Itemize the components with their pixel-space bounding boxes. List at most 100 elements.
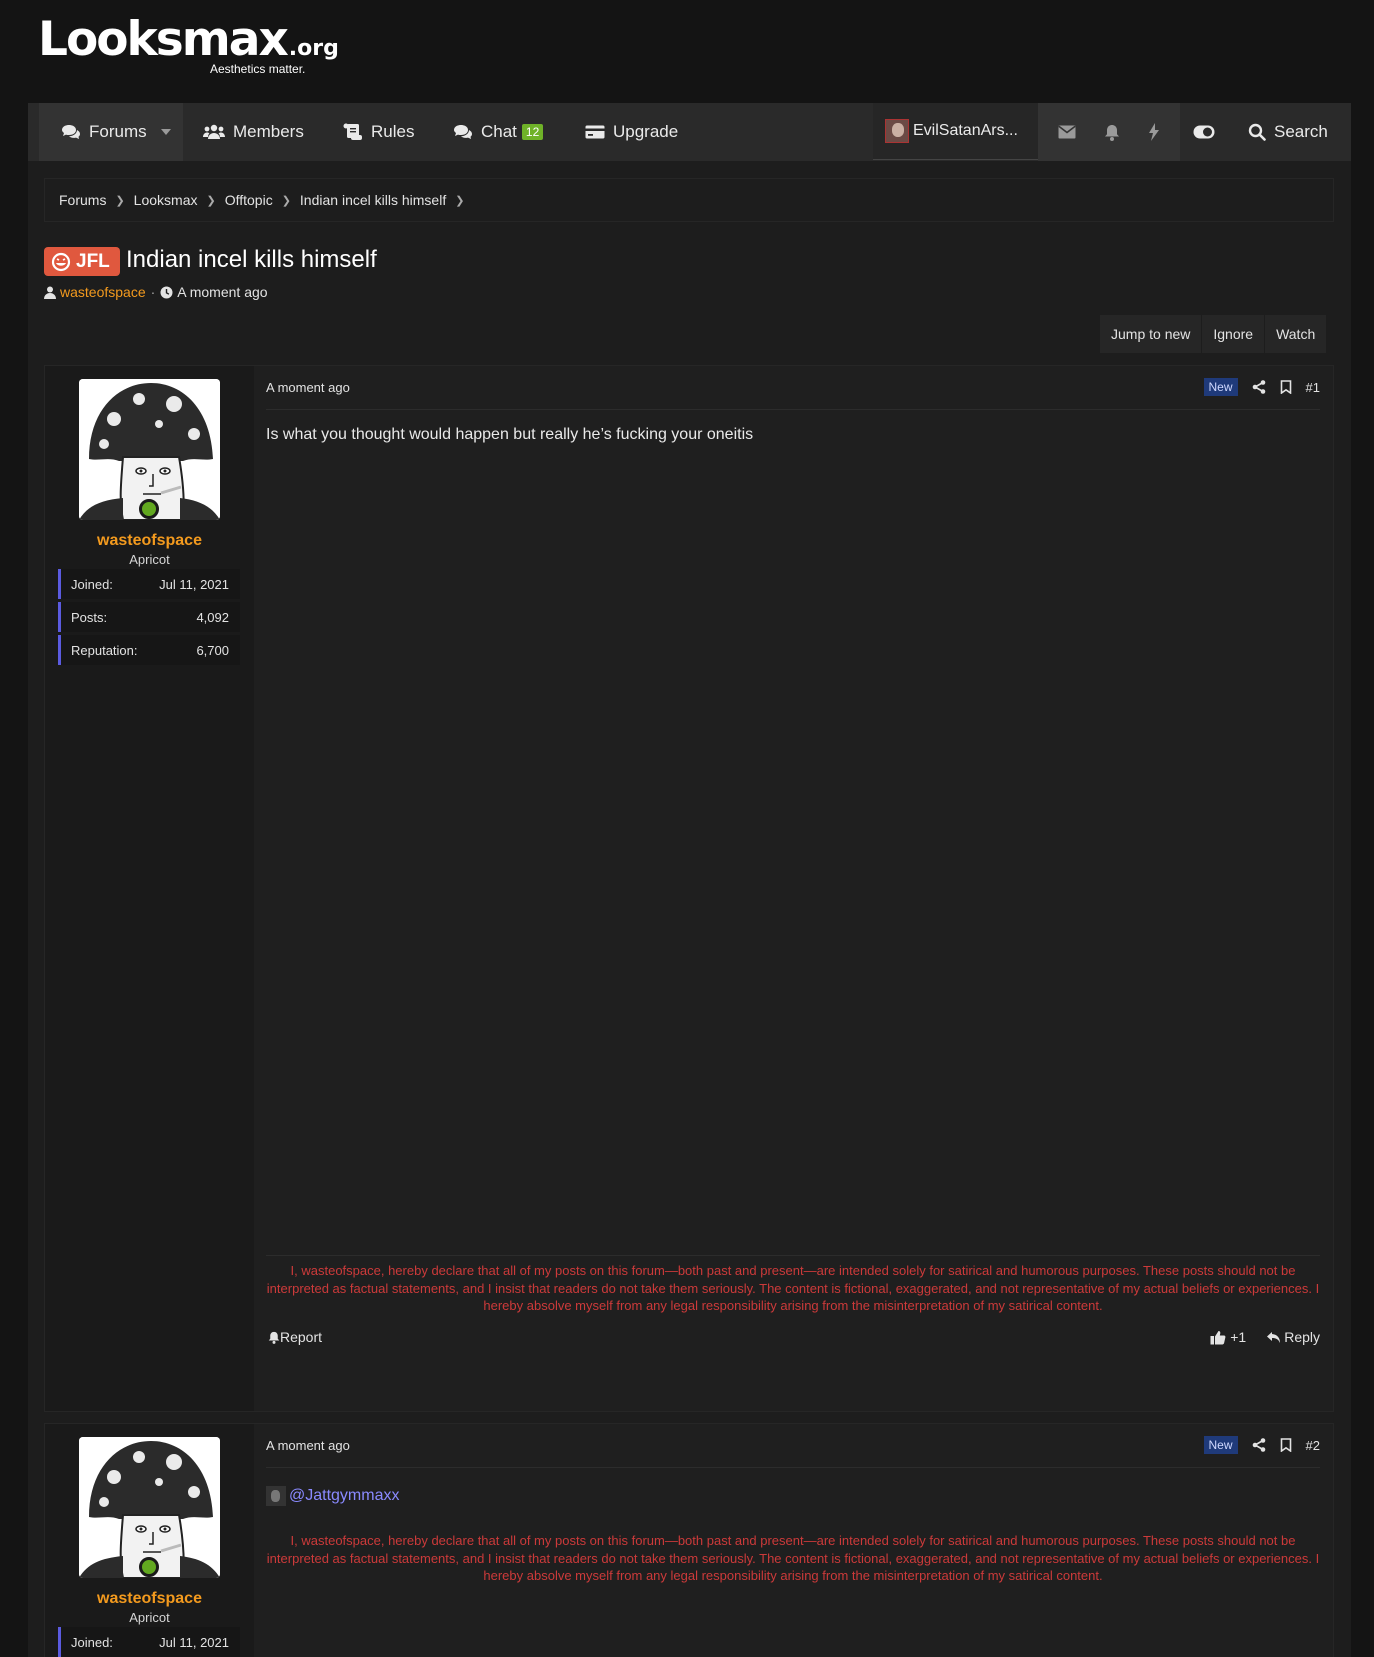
- post-2: wasteofspace Apricot Joined: Jul 11, 2021…: [44, 1423, 1334, 1657]
- watch-button[interactable]: Watch: [1265, 315, 1328, 353]
- user-stat-joined: Joined: Jul 11, 2021: [58, 569, 240, 599]
- nav-members[interactable]: Members: [203, 103, 304, 161]
- post-time[interactable]: A moment ago: [266, 1438, 350, 1453]
- thumbs-up-icon: [1210, 1330, 1226, 1344]
- chat-count-badge: 12: [521, 124, 544, 140]
- nav-icon-group: [1038, 103, 1180, 161]
- clock-icon: [160, 286, 173, 298]
- meta-separator: ·: [150, 284, 156, 300]
- nav-forums-label: Forums: [89, 122, 147, 141]
- user-icon: [44, 286, 56, 299]
- nav-search-label: Search: [1274, 122, 1328, 141]
- style-toggle[interactable]: [1193, 103, 1223, 161]
- new-badge: New: [1203, 378, 1238, 396]
- post-content: A moment ago New #2 @Jattgymmaxx I, wast…: [266, 1424, 1320, 1657]
- thread-prefix-label: JFL: [76, 250, 110, 272]
- reply-icon: [1267, 1331, 1281, 1343]
- thread-time[interactable]: A moment ago: [177, 284, 267, 300]
- user-stat-joined: Joined: Jul 11, 2021: [58, 1627, 240, 1657]
- post-body: Is what you thought would happen but rea…: [266, 426, 754, 443]
- users-icon: [203, 124, 225, 139]
- nav-chat[interactable]: Chat 12: [453, 103, 544, 161]
- post-user-panel: wasteofspace Apricot Joined: Jul 11, 2021: [45, 1424, 254, 1657]
- thread-prefix-badge[interactable]: JFL: [44, 247, 120, 276]
- post-user-panel: wasteofspace Apricot Joined: Jul 11, 2021…: [45, 366, 254, 1411]
- like-button[interactable]: +1: [1210, 1329, 1246, 1345]
- post-header-actions: New #2: [1203, 1436, 1320, 1454]
- share-icon[interactable]: [1252, 380, 1266, 394]
- bookmark-icon[interactable]: [1280, 380, 1292, 394]
- post-number[interactable]: #2: [1306, 1438, 1320, 1453]
- jump-to-new-button[interactable]: Jump to new: [1100, 315, 1203, 353]
- chevron-right-icon: ❯: [206, 194, 216, 207]
- like-count: +1: [1230, 1329, 1247, 1345]
- post-signature: I, wasteofspace, hereby declare that all…: [266, 1533, 1320, 1583]
- envelope-icon[interactable]: [1058, 125, 1076, 139]
- post-time[interactable]: A moment ago: [266, 380, 350, 395]
- reply-button[interactable]: Reply: [1266, 1329, 1320, 1345]
- page-title: Indian incel kills himself: [126, 246, 377, 273]
- thread-meta: wasteofspace · A moment ago: [44, 284, 268, 300]
- breadcrumb-thread[interactable]: Indian incel kills himself ❯: [300, 192, 474, 208]
- user-stat-posts: Posts: 4,092: [58, 602, 240, 632]
- user-title: Apricot: [129, 552, 170, 567]
- chevron-down-icon[interactable]: [161, 129, 171, 135]
- site-header: Looksmax.org Aesthetics matter.: [0, 0, 1374, 103]
- post-username[interactable]: wasteofspace: [45, 532, 254, 550]
- logo-text: Looksmax: [38, 12, 289, 67]
- thread-actions: Jump to new Ignore Watch: [1100, 315, 1328, 353]
- account-avatar: [885, 119, 909, 143]
- nav-upgrade[interactable]: Upgrade: [585, 103, 678, 161]
- thread-author-link[interactable]: wasteofspace: [60, 284, 146, 300]
- post-number[interactable]: #1: [1306, 380, 1320, 395]
- new-badge: New: [1203, 1436, 1238, 1454]
- breadcrumb-offtopic[interactable]: Offtopic ❯: [225, 192, 300, 208]
- report-label: Report: [280, 1329, 323, 1345]
- scroll-icon: [343, 123, 362, 140]
- breadcrumb: Forums ❯ Looksmax ❯ Offtopic ❯ Indian incel…: [44, 178, 1334, 222]
- post-1: wasteofspace Apricot Joined: Jul 11, 2021…: [44, 365, 1334, 1412]
- user-title: Apricot: [129, 1610, 170, 1625]
- nav-search[interactable]: Search: [1248, 103, 1328, 161]
- credit-card-icon: [585, 125, 605, 139]
- post-header: A moment ago New #1: [266, 366, 1320, 410]
- post-content: A moment ago New #1 Is what you thought …: [266, 366, 1320, 1411]
- mention-username: @Jattgymmaxx: [289, 1487, 400, 1504]
- online-status-indicator: [139, 1557, 159, 1577]
- logo-tld: .org: [288, 36, 339, 61]
- user-mention[interactable]: @Jattgymmaxx: [266, 1486, 399, 1506]
- post-header: A moment ago New #2: [266, 1424, 1320, 1468]
- breadcrumb-forums[interactable]: Forums ❯: [59, 192, 134, 208]
- laughing-face-icon: [51, 252, 71, 271]
- post-footer-actions: +1 Reply: [1210, 1329, 1320, 1345]
- reply-label: Reply: [1284, 1329, 1320, 1345]
- account-username: EvilSatanArs...: [913, 122, 1018, 139]
- nav-members-label: Members: [233, 122, 304, 141]
- report-button[interactable]: Report: [268, 1329, 322, 1345]
- site-logo[interactable]: Looksmax.org Aesthetics matter.: [38, 12, 339, 77]
- nav-chat-label: Chat: [481, 122, 517, 141]
- chevron-right-icon: ❯: [115, 194, 125, 207]
- share-icon[interactable]: [1252, 1438, 1266, 1452]
- bookmark-icon[interactable]: [1280, 1438, 1292, 1452]
- chevron-right-icon: ❯: [281, 194, 291, 207]
- nav-rules[interactable]: Rules: [343, 103, 414, 161]
- nav-account[interactable]: EvilSatanArs...: [873, 103, 1038, 160]
- post-username[interactable]: wasteofspace: [45, 1590, 254, 1608]
- chevron-right-icon: ❯: [455, 194, 465, 207]
- nav-rules-label: Rules: [371, 122, 415, 141]
- comments-icon: [62, 125, 80, 139]
- bolt-icon[interactable]: [1148, 123, 1160, 141]
- ignore-button[interactable]: Ignore: [1202, 315, 1266, 353]
- main-nav: Forums Members Rules Chat 12 Upgrade Evi…: [28, 103, 1351, 161]
- user-stat-reputation: Reputation: 6,700: [58, 635, 240, 665]
- toggle-icon: [1193, 125, 1215, 139]
- breadcrumb-looksmax[interactable]: Looksmax ❯: [134, 192, 225, 208]
- nav-upgrade-label: Upgrade: [613, 122, 679, 141]
- online-status-indicator: [139, 499, 159, 519]
- bell-icon[interactable]: [1104, 124, 1120, 141]
- nav-forums[interactable]: Forums: [39, 103, 183, 161]
- logo-tagline: Aesthetics matter.: [210, 62, 306, 76]
- chat-icon: [454, 125, 472, 139]
- page-wrapper: Forums Members Rules Chat 12 Upgrade Evi…: [28, 103, 1351, 1657]
